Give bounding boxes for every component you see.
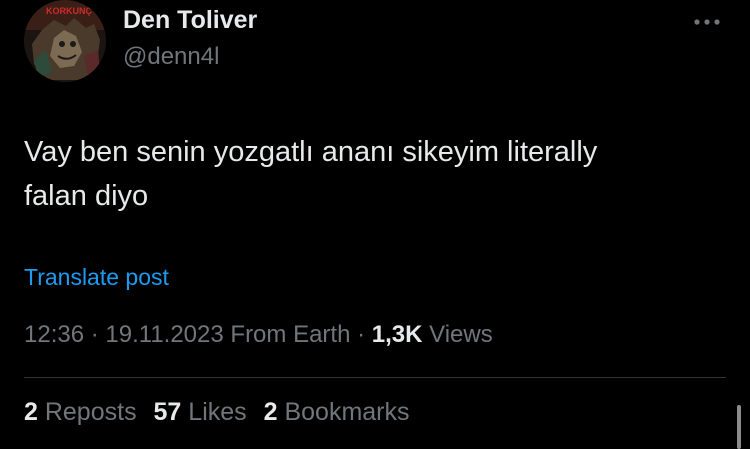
views-count[interactable]: 1,3K (372, 321, 423, 348)
meta-separator: · (84, 321, 106, 348)
likes-label: Likes (181, 398, 247, 426)
meta-separator: · (350, 321, 372, 348)
bookmarks-count: 2 (263, 398, 278, 426)
tweet-date[interactable]: 19.11.2023 (105, 321, 223, 348)
user-handle[interactable]: @denn4l (123, 43, 219, 71)
avatar-logo-text: KORKUNÇ (46, 6, 92, 16)
likes-stat[interactable]: 57 Likes (154, 398, 247, 427)
tweet-source: From Earth (223, 321, 351, 348)
views-label: Views (422, 321, 493, 348)
tweet-text-line: Vay ben senin yozgatlı ananı sikeyim lit… (24, 136, 598, 168)
scrollbar[interactable] (737, 405, 741, 449)
more-options-button[interactable] (690, 10, 724, 34)
likes-count: 57 (153, 398, 182, 426)
engagement-stats: 2 Reposts 57 Likes 2 Bookmarks (24, 398, 420, 427)
tweet-meta: 12:36 · 19.11.2023 From Earth · 1,3K Vie… (24, 321, 493, 349)
reposts-count: 2 (24, 398, 38, 426)
translate-post-link[interactable]: Translate post (24, 264, 169, 291)
tweet-text: Vay ben senin yozgatlı ananı sikeyim lit… (24, 130, 714, 218)
tweet-text-line: falan diyo (24, 180, 149, 212)
avatar[interactable]: KORKUNÇ (24, 0, 106, 82)
reposts-stat[interactable]: 2 Reposts (24, 398, 137, 427)
bookmarks-label: Bookmarks (277, 398, 410, 426)
bookmarks-stat[interactable]: 2 Bookmarks (264, 398, 410, 427)
more-horizontal-icon (694, 19, 720, 25)
divider (24, 377, 726, 378)
display-name[interactable]: Den Toliver (123, 6, 257, 35)
avatar-image: KORKUNÇ (24, 0, 106, 82)
tweet-time[interactable]: 12:36 (24, 321, 84, 348)
reposts-label: Reposts (37, 398, 137, 426)
